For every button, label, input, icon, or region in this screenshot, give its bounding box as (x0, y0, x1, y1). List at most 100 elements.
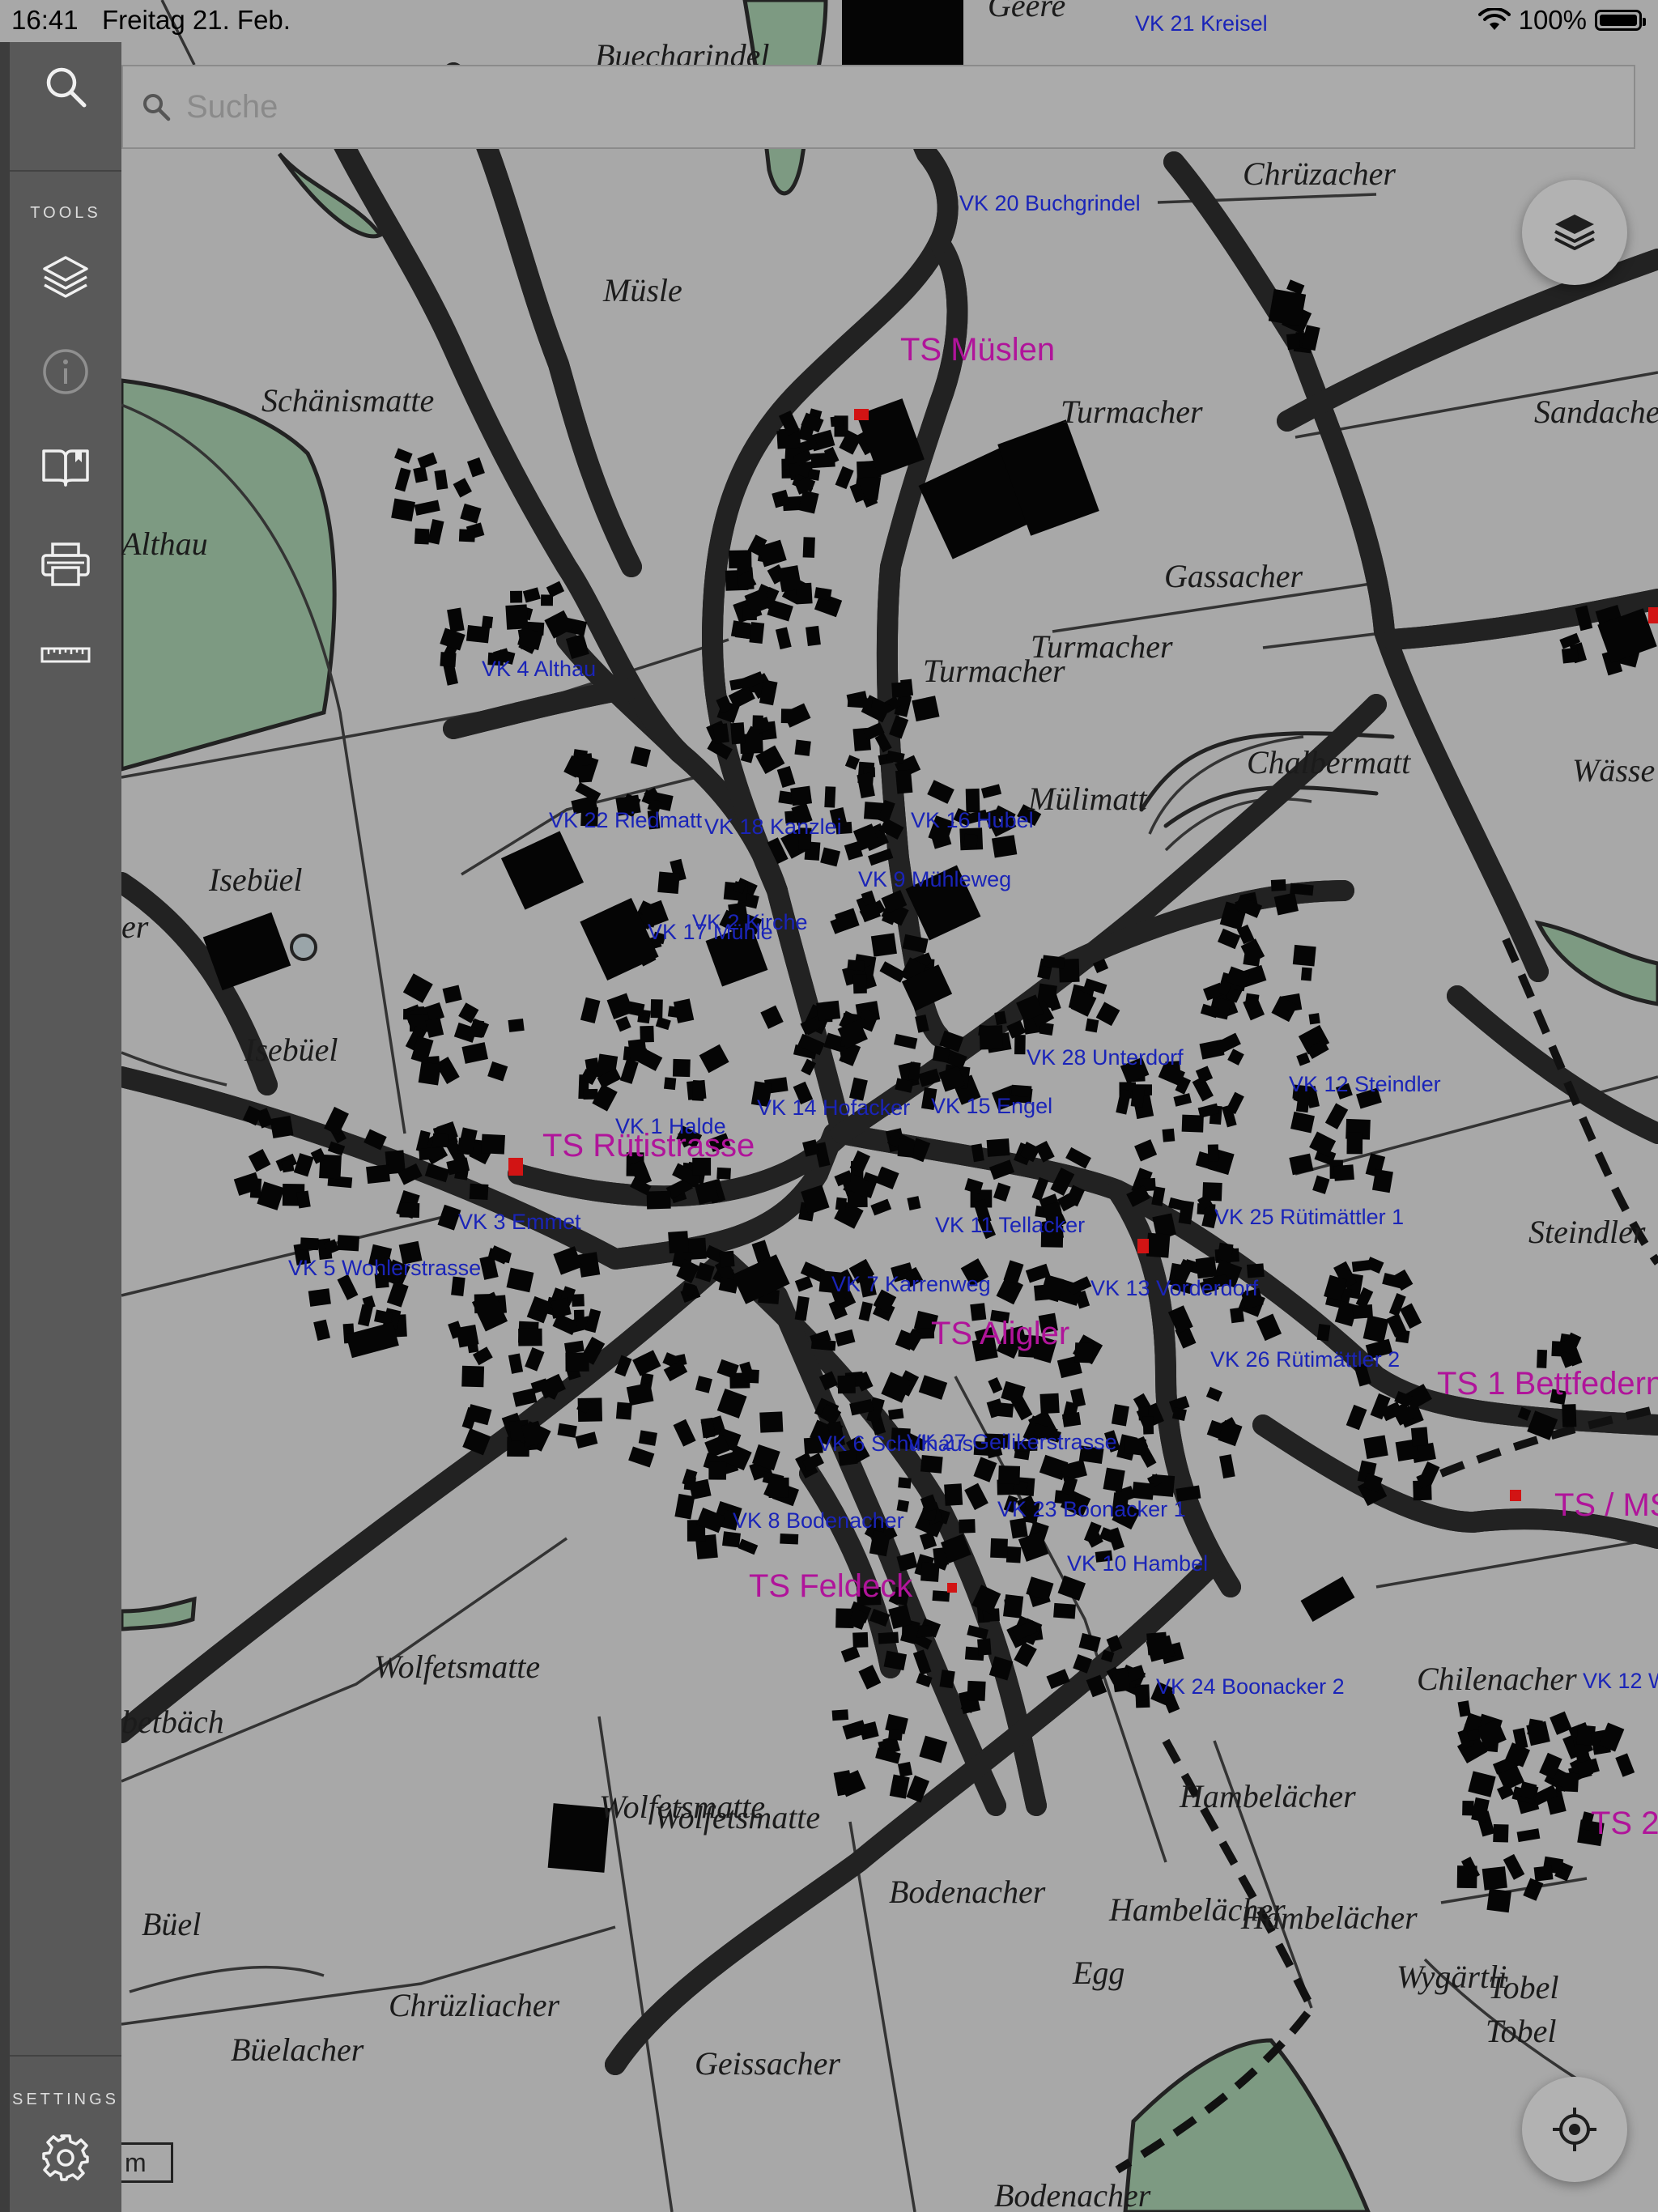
building (780, 1533, 799, 1545)
building (413, 466, 428, 483)
cabinet-label: VK 16 Hubel (911, 808, 1034, 832)
search-button[interactable] (10, 50, 121, 123)
forest-area (119, 378, 337, 772)
layers-button[interactable] (1522, 180, 1627, 285)
settings-button[interactable] (10, 2121, 121, 2194)
cabinet-label: VK 9 Mühleweg (858, 867, 1011, 891)
building (1061, 1412, 1082, 1427)
building (1486, 1888, 1511, 1913)
building (402, 973, 433, 1003)
building (482, 615, 494, 628)
building (461, 1042, 488, 1064)
building (831, 1709, 849, 1721)
building (993, 1182, 1011, 1202)
building (835, 1197, 847, 1211)
cabinet-label: VK 5 Wohlerstrasse (288, 1256, 481, 1280)
building (1085, 1018, 1099, 1033)
building (1053, 1602, 1076, 1619)
search-input[interactable] (185, 87, 1564, 126)
building (1116, 1088, 1132, 1115)
building (1333, 1164, 1354, 1181)
building (557, 1423, 577, 1438)
building (708, 1461, 727, 1480)
building (1226, 1091, 1244, 1115)
building (1219, 1454, 1235, 1479)
layers-tool-button[interactable] (10, 240, 121, 313)
building (1346, 1404, 1367, 1431)
field-name: Chalbermatt (1247, 744, 1411, 781)
building (777, 565, 802, 593)
building (920, 1455, 943, 1474)
field-name: Büelacher (231, 2031, 364, 2068)
building (394, 448, 413, 464)
building (572, 1294, 585, 1307)
field-name: Geere (988, 0, 1065, 23)
building (1039, 1022, 1054, 1036)
building (564, 1340, 585, 1355)
cabinet-label: VK 10 Hambel (1067, 1551, 1208, 1576)
print-tool-button[interactable] (10, 528, 121, 601)
building (1002, 1594, 1024, 1619)
station-marker (1137, 1239, 1149, 1253)
building (1516, 1828, 1541, 1843)
field-name: Bodenacher (889, 1874, 1046, 1910)
building (525, 1347, 545, 1372)
building (776, 765, 796, 789)
building (674, 1493, 695, 1520)
cabinet-label: VK 11 Tellacker (935, 1213, 1085, 1237)
building (738, 1538, 759, 1555)
cabinet-label: VK 2 Kirche (692, 910, 808, 934)
building (932, 1590, 950, 1602)
map-view[interactable]: Geere Buechgrindel Chrüzacher Müsle Schä… (0, 0, 1658, 2212)
field-name: Chilenacher (1417, 1661, 1577, 1697)
building (988, 1376, 1003, 1394)
legend-tool-button[interactable] (10, 431, 121, 504)
cabinet-label: VK 15 Engel (931, 1094, 1052, 1118)
building (730, 722, 746, 745)
building (918, 1375, 948, 1400)
building (630, 746, 652, 768)
building (729, 550, 752, 569)
building (1300, 1576, 1355, 1622)
cabinet-label: VK 3 Emmet (458, 1210, 581, 1234)
building (977, 1638, 992, 1656)
info-tool-button[interactable] (10, 335, 121, 408)
building (394, 467, 411, 492)
field-name: Mülimatt (1027, 781, 1148, 817)
building (722, 1531, 741, 1548)
building (844, 755, 861, 770)
building (870, 1198, 892, 1216)
building (768, 1477, 789, 1498)
building (1173, 1093, 1192, 1107)
building (752, 715, 763, 730)
settings-section-label: SETTINGS (11, 2091, 119, 2108)
building (650, 999, 663, 1019)
building (1462, 1800, 1474, 1816)
building (414, 500, 440, 516)
cabinet-label: VK 27 Geilikerstrasse (907, 1430, 1117, 1454)
building (1268, 288, 1307, 327)
building (526, 1295, 552, 1324)
locate-button[interactable] (1522, 2077, 1627, 2182)
building (432, 1133, 449, 1148)
building (907, 1196, 921, 1211)
measure-tool-button[interactable] (10, 619, 121, 691)
field-name: Wolfetsmatte (654, 1799, 820, 1836)
building (1550, 1711, 1572, 1735)
building (790, 785, 813, 806)
building (447, 607, 465, 633)
station-marker (1510, 1490, 1521, 1501)
station-marker (854, 409, 869, 420)
cabinet-label: VK 12 W (1583, 1669, 1658, 1693)
building (391, 498, 415, 522)
building (699, 1044, 729, 1074)
building (1533, 1865, 1554, 1882)
locate-icon (1553, 2108, 1596, 2151)
building (668, 1231, 689, 1254)
building (1292, 944, 1316, 967)
building (1371, 1168, 1393, 1193)
building (1392, 1269, 1414, 1291)
building (794, 1275, 814, 1292)
building (700, 1417, 716, 1439)
building (1410, 1427, 1429, 1447)
